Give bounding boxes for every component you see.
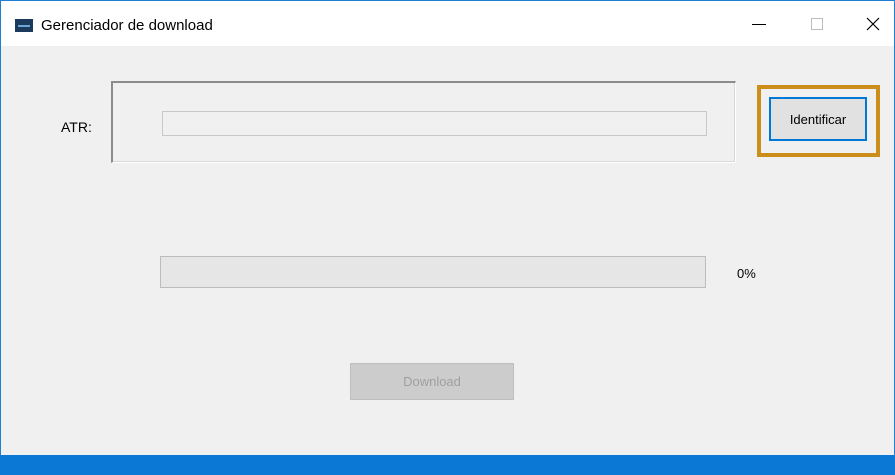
download-progress-bar — [160, 256, 706, 288]
app-window: Gerenciador de download ATR: Identificar… — [0, 0, 895, 475]
atr-label: ATR: — [61, 119, 92, 135]
close-icon — [866, 17, 880, 30]
title-bar: Gerenciador de download — [1, 1, 894, 46]
maximize-button[interactable] — [797, 1, 837, 46]
maximize-icon — [811, 17, 823, 30]
progress-percent: 0% — [737, 266, 756, 281]
identify-button[interactable]: Identificar — [769, 97, 867, 141]
taskbar-strip — [0, 455, 895, 475]
minimize-icon — [752, 24, 766, 25]
minimize-button[interactable] — [739, 1, 779, 46]
window-title: Gerenciador de download — [41, 17, 213, 34]
atr-field[interactable] — [162, 111, 707, 136]
app-icon — [15, 19, 33, 32]
close-button[interactable] — [853, 1, 893, 46]
download-button[interactable]: Download — [350, 363, 514, 400]
